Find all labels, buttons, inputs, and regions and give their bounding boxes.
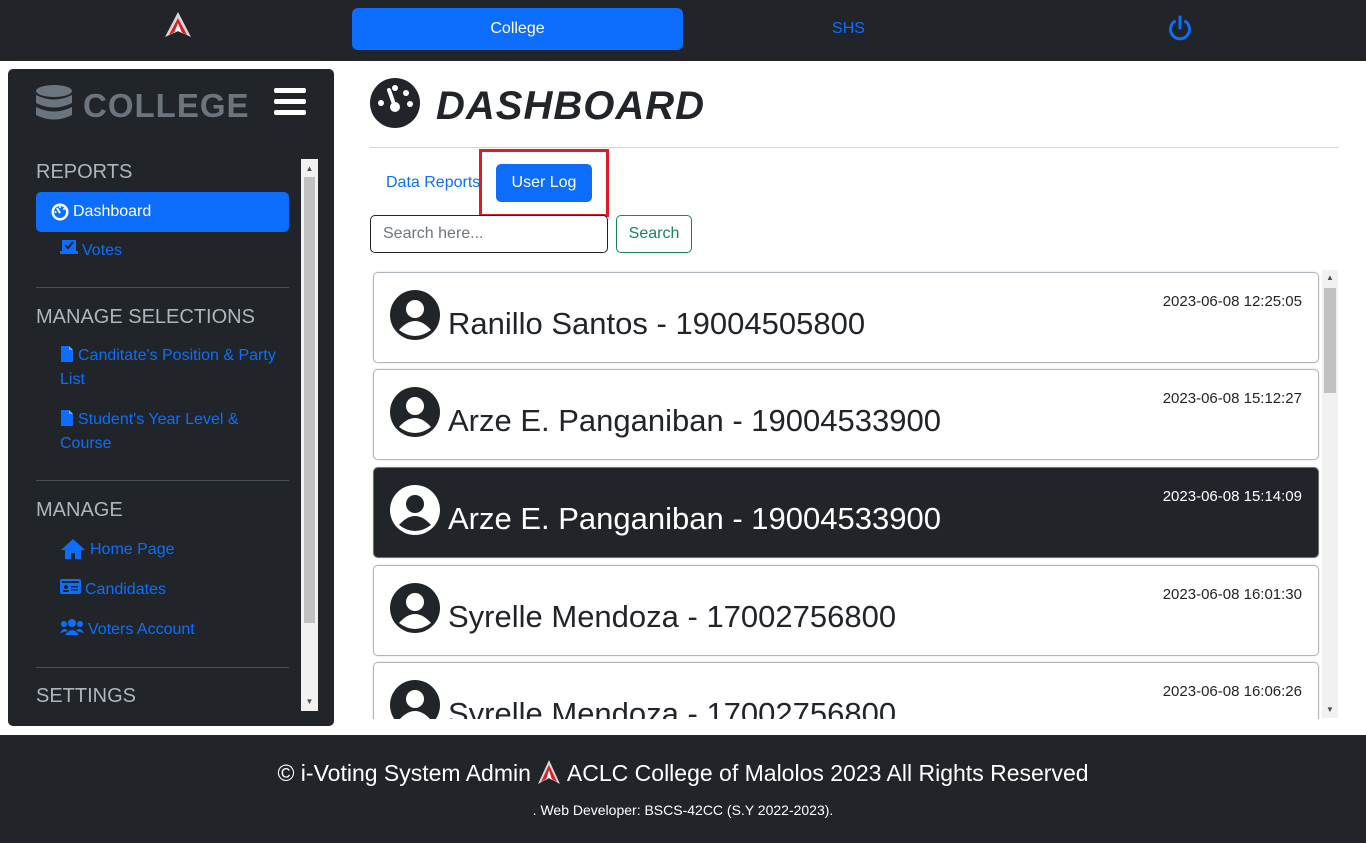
- log-user-name: Syrelle Mendoza - 17002756800: [448, 599, 897, 634]
- sidebar-item-label: Canditate's Position & Party: [78, 347, 276, 364]
- divider: [370, 147, 1339, 148]
- footer-text-right: ACLC College of Malolos 2023 All Rights …: [566, 759, 1089, 786]
- user-avatar-icon: [390, 387, 440, 437]
- scroll-down-arrow-icon[interactable]: ▼: [1322, 702, 1338, 718]
- sidebar-item-label: Votes: [82, 242, 123, 259]
- sidebar-item-votes[interactable]: Votes: [60, 239, 308, 263]
- sidebar-item-voters-account[interactable]: Voters Account: [60, 618, 308, 642]
- hamburger-menu-icon[interactable]: [274, 88, 306, 116]
- sidebar-item-positions-party[interactable]: Canditate's Position & Party List: [60, 344, 289, 392]
- divider: [36, 287, 289, 288]
- footer-copyright: © i-Voting System Admin ACLC College of …: [0, 759, 1366, 787]
- page-title: DASHBOARD: [436, 84, 705, 128]
- log-user-name: Arze E. Panganiban - 19004533900: [448, 403, 941, 438]
- nav-college-tab[interactable]: College: [352, 8, 683, 50]
- user-log-list: Ranillo Santos - 19004505800 2023-06-08 …: [370, 268, 1323, 719]
- tab-data-reports[interactable]: Data Reports: [378, 164, 488, 202]
- log-timestamp: 2023-06-08 15:12:27: [1162, 390, 1302, 407]
- search-input[interactable]: [370, 215, 608, 253]
- divider: [36, 667, 289, 668]
- footer-text-left: © i-Voting System Admin: [277, 759, 531, 786]
- top-navbar: College SHS: [0, 0, 1366, 61]
- log-entry[interactable]: Ranillo Santos - 19004505800 2023-06-08 …: [373, 272, 1319, 363]
- log-entry-selected[interactable]: Arze E. Panganiban - 19004533900 2023-06…: [373, 467, 1319, 558]
- log-user-name: Arze E. Panganiban - 19004533900: [448, 501, 941, 536]
- sidebar-scrollbar-thumb[interactable]: [304, 177, 315, 623]
- sidebar-item-label: Student's Year Level &: [78, 411, 239, 428]
- footer-developer: . Web Developer: BSCS-42CC (S.Y 2022-202…: [532, 802, 834, 818]
- scroll-up-arrow-icon[interactable]: ▲: [301, 160, 318, 177]
- sidebar-item-label: Candidates: [85, 581, 166, 598]
- sidebar-item-dashboard[interactable]: Dashboard: [36, 192, 289, 232]
- sidebar-menu: REPORTS Dashboard Votes MANAGE SELECTION…: [8, 159, 308, 711]
- sidebar-item-home-page[interactable]: Home Page: [60, 538, 308, 562]
- log-user-name: Syrelle Mendoza - 17002756800: [448, 696, 897, 719]
- log-timestamp: 2023-06-08 15:14:09: [1162, 488, 1302, 505]
- footer: © i-Voting System Admin ACLC College of …: [0, 735, 1366, 843]
- log-timestamp: 2023-06-08 12:25:05: [1162, 293, 1302, 310]
- search-button[interactable]: Search: [616, 215, 692, 253]
- user-avatar-icon: [390, 485, 440, 535]
- user-avatar-icon: [390, 583, 440, 633]
- power-icon[interactable]: [1166, 14, 1194, 42]
- sidebar: COLLEGE REPORTS Dashboard Votes MANAGE S…: [8, 69, 334, 726]
- sidebar-item-label: Home Page: [90, 541, 175, 558]
- log-list-scrollbar-thumb[interactable]: [1324, 288, 1336, 393]
- aclc-logo-icon: [537, 760, 560, 784]
- dashboard-gauge-icon: [370, 78, 420, 128]
- sidebar-title: COLLEGE: [83, 87, 250, 124]
- scroll-up-arrow-icon[interactable]: ▲: [1322, 270, 1338, 286]
- user-avatar-icon: [390, 290, 440, 340]
- file-icon: [61, 346, 73, 362]
- sidebar-item-label: Dashboard: [73, 203, 152, 220]
- log-timestamp: 2023-06-08 16:01:30: [1162, 586, 1302, 603]
- id-card-icon: [60, 579, 81, 594]
- aclc-logo-icon[interactable]: [164, 11, 192, 41]
- section-manage: MANAGE: [36, 499, 123, 521]
- vote-box-icon: [60, 240, 78, 254]
- log-entry[interactable]: Arze E. Panganiban - 19004533900 2023-06…: [373, 369, 1319, 460]
- scroll-down-arrow-icon[interactable]: ▼: [301, 693, 318, 710]
- section-reports: REPORTS: [36, 161, 133, 183]
- home-icon: [61, 539, 85, 559]
- highlight-box: [479, 149, 609, 217]
- sidebar-item-year-level-course[interactable]: Student's Year Level & Course: [60, 408, 289, 456]
- users-icon: [60, 619, 84, 635]
- log-entry[interactable]: Syrelle Mendoza - 17002756800 2023-06-08…: [373, 565, 1319, 656]
- divider: [36, 480, 289, 481]
- sidebar-item-label: List: [60, 371, 85, 388]
- file-icon: [61, 410, 73, 426]
- log-timestamp: 2023-06-08 16:06:26: [1162, 683, 1302, 700]
- sidebar-item-label: Course: [60, 435, 112, 452]
- section-manage-selections: MANAGE SELECTIONS: [36, 306, 255, 328]
- gauge-icon: [51, 203, 69, 221]
- nav-shs-tab[interactable]: SHS: [683, 8, 1014, 50]
- sidebar-item-label: Voters Account: [88, 621, 195, 638]
- log-user-name: Ranillo Santos - 19004505800: [448, 306, 866, 341]
- log-entry[interactable]: Syrelle Mendoza - 17002756800 2023-06-08…: [373, 662, 1319, 719]
- database-icon: [36, 85, 72, 120]
- section-settings: SETTINGS: [36, 685, 137, 707]
- user-avatar-icon: [390, 680, 440, 719]
- sidebar-item-candidates[interactable]: Candidates: [60, 578, 308, 602]
